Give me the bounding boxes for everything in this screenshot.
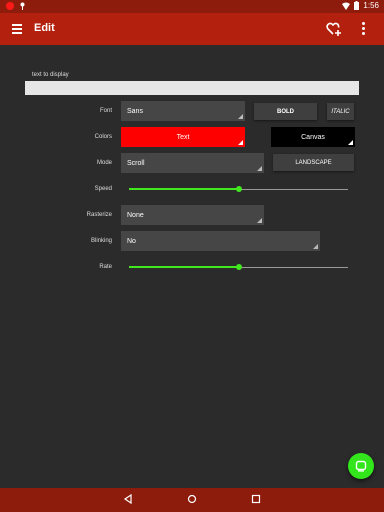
overflow-menu-icon[interactable] <box>362 22 366 36</box>
back-icon[interactable] <box>123 494 133 504</box>
canvas-color-button[interactable]: Canvas <box>271 127 355 147</box>
display-fab-button[interactable] <box>348 453 374 479</box>
slider-thumb[interactable] <box>235 264 242 270</box>
battery-icon <box>354 1 360 10</box>
font-label: Font <box>99 108 112 114</box>
rate-slider[interactable] <box>129 262 348 272</box>
italic-button[interactable]: ITALIC <box>327 103 354 120</box>
font-select[interactable]: Sans <box>121 101 245 121</box>
dropdown-corner-icon <box>257 218 262 223</box>
rasterize-select[interactable]: None <box>121 205 264 225</box>
status-bar: 1:56 <box>0 0 384 13</box>
text-to-display-label: text to display <box>32 72 69 78</box>
colors-label: Colors <box>94 134 112 140</box>
font-select-value: Sans <box>127 107 143 115</box>
slider-thumb[interactable] <box>235 186 242 192</box>
blinking-label: Blinking <box>90 238 112 244</box>
mode-select-value: Scroll <box>127 159 145 167</box>
text-color-label: Text <box>176 133 190 141</box>
rasterize-label: Rasterize <box>86 212 112 218</box>
record-dot-icon <box>6 2 14 10</box>
display-icon <box>355 460 367 472</box>
speed-slider[interactable] <box>129 184 348 194</box>
recents-icon[interactable] <box>251 494 261 504</box>
rate-label: Rate <box>99 264 112 270</box>
slider-fill <box>129 188 239 190</box>
landscape-button[interactable]: LANDSCAPE <box>273 154 354 171</box>
mode-label: Mode <box>96 160 112 166</box>
dropdown-corner-icon <box>238 114 243 119</box>
favorite-add-icon[interactable] <box>326 21 342 37</box>
menu-icon[interactable] <box>12 24 22 34</box>
navigation-bar <box>0 488 384 512</box>
blinking-select[interactable]: No <box>121 231 320 251</box>
speed-label: Speed <box>94 186 112 192</box>
dropdown-corner-icon <box>238 140 243 145</box>
page-title: Edit <box>34 22 55 34</box>
home-icon[interactable] <box>187 494 197 504</box>
bold-button[interactable]: BOLD <box>254 103 317 120</box>
blinking-select-value: No <box>127 237 136 245</box>
text-to-display-input[interactable] <box>25 81 359 95</box>
dropdown-corner-icon <box>257 166 262 171</box>
status-time: 1:56 <box>363 1 379 10</box>
dropdown-corner-icon <box>313 244 318 249</box>
mode-select[interactable]: Scroll <box>121 153 264 173</box>
slider-fill <box>129 266 239 268</box>
app-bar: Edit <box>0 13 384 45</box>
wifi-icon <box>342 2 351 10</box>
text-color-button[interactable]: Text <box>121 127 245 147</box>
dropdown-corner-icon <box>348 140 353 145</box>
canvas-color-label: Canvas <box>301 133 325 141</box>
notification-icon <box>20 2 25 10</box>
rasterize-select-value: None <box>127 211 144 219</box>
